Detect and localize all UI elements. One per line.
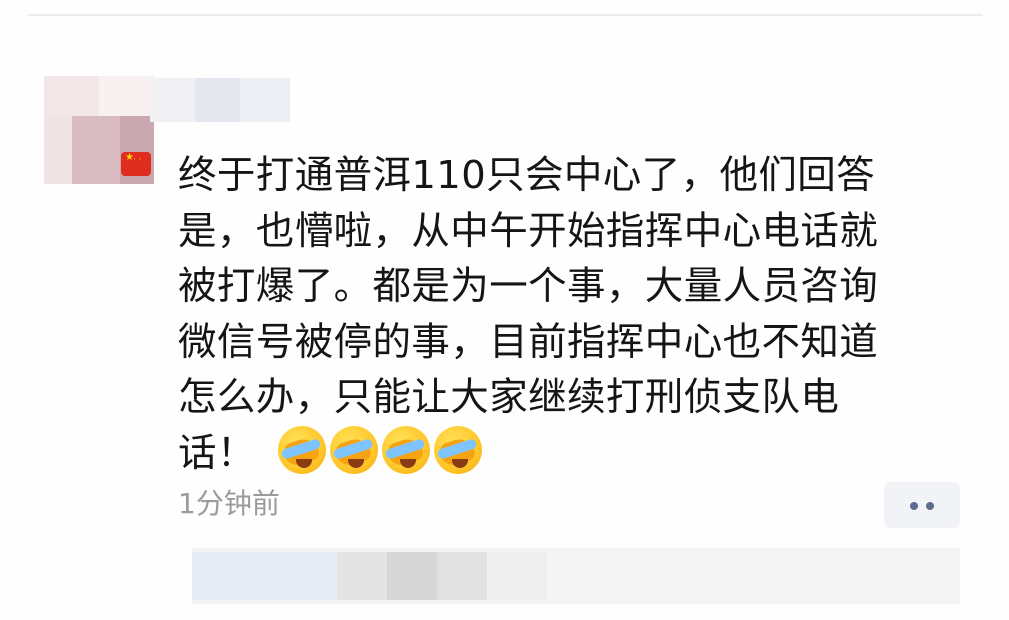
top-divider [28,14,983,16]
post-text-line: 是，也懵啦，从中午开始指挥中心电话就 [178,208,879,254]
face-with-tears-covering-eyes-icon [277,425,326,474]
more-dot-icon [926,502,934,510]
post-text-line: 话！ [178,430,256,476]
post-text-line: 被打爆了。都是为一个事，大量人员咨询 [178,264,879,310]
post-timestamp: 1分钟前 [178,487,280,520]
more-dot-icon [910,502,918,510]
face-with-tears-covering-eyes-icon [329,425,378,474]
post-text: 终于打通普洱110只会中心了，他们回答 是，也懵啦，从中午开始指挥中心电话就 被… [178,148,958,482]
post-text-line: 怎么办，只能让大家继续打刑侦支队电 [178,375,840,421]
post-text-last-line: 话！ [178,425,958,482]
blurred-comment-area[interactable] [192,548,960,604]
china-flag-icon [121,152,151,176]
post-text-line: 终于打通普洱110只会中心了，他们回答 [178,153,876,198]
face-with-tears-covering-eyes-icon [381,425,430,474]
post-text-line: 微信号被停的事，目前指挥中心也不知道 [178,319,879,365]
moments-post-screenshot: 终于打通普洱110只会中心了，他们回答 是，也懵啦，从中午开始指挥中心电话就 被… [0,0,1009,620]
face-with-tears-covering-eyes-icon [433,425,482,474]
more-actions-button[interactable] [884,482,960,528]
emoji-row [277,425,486,490]
blurred-nickname[interactable] [150,78,290,122]
